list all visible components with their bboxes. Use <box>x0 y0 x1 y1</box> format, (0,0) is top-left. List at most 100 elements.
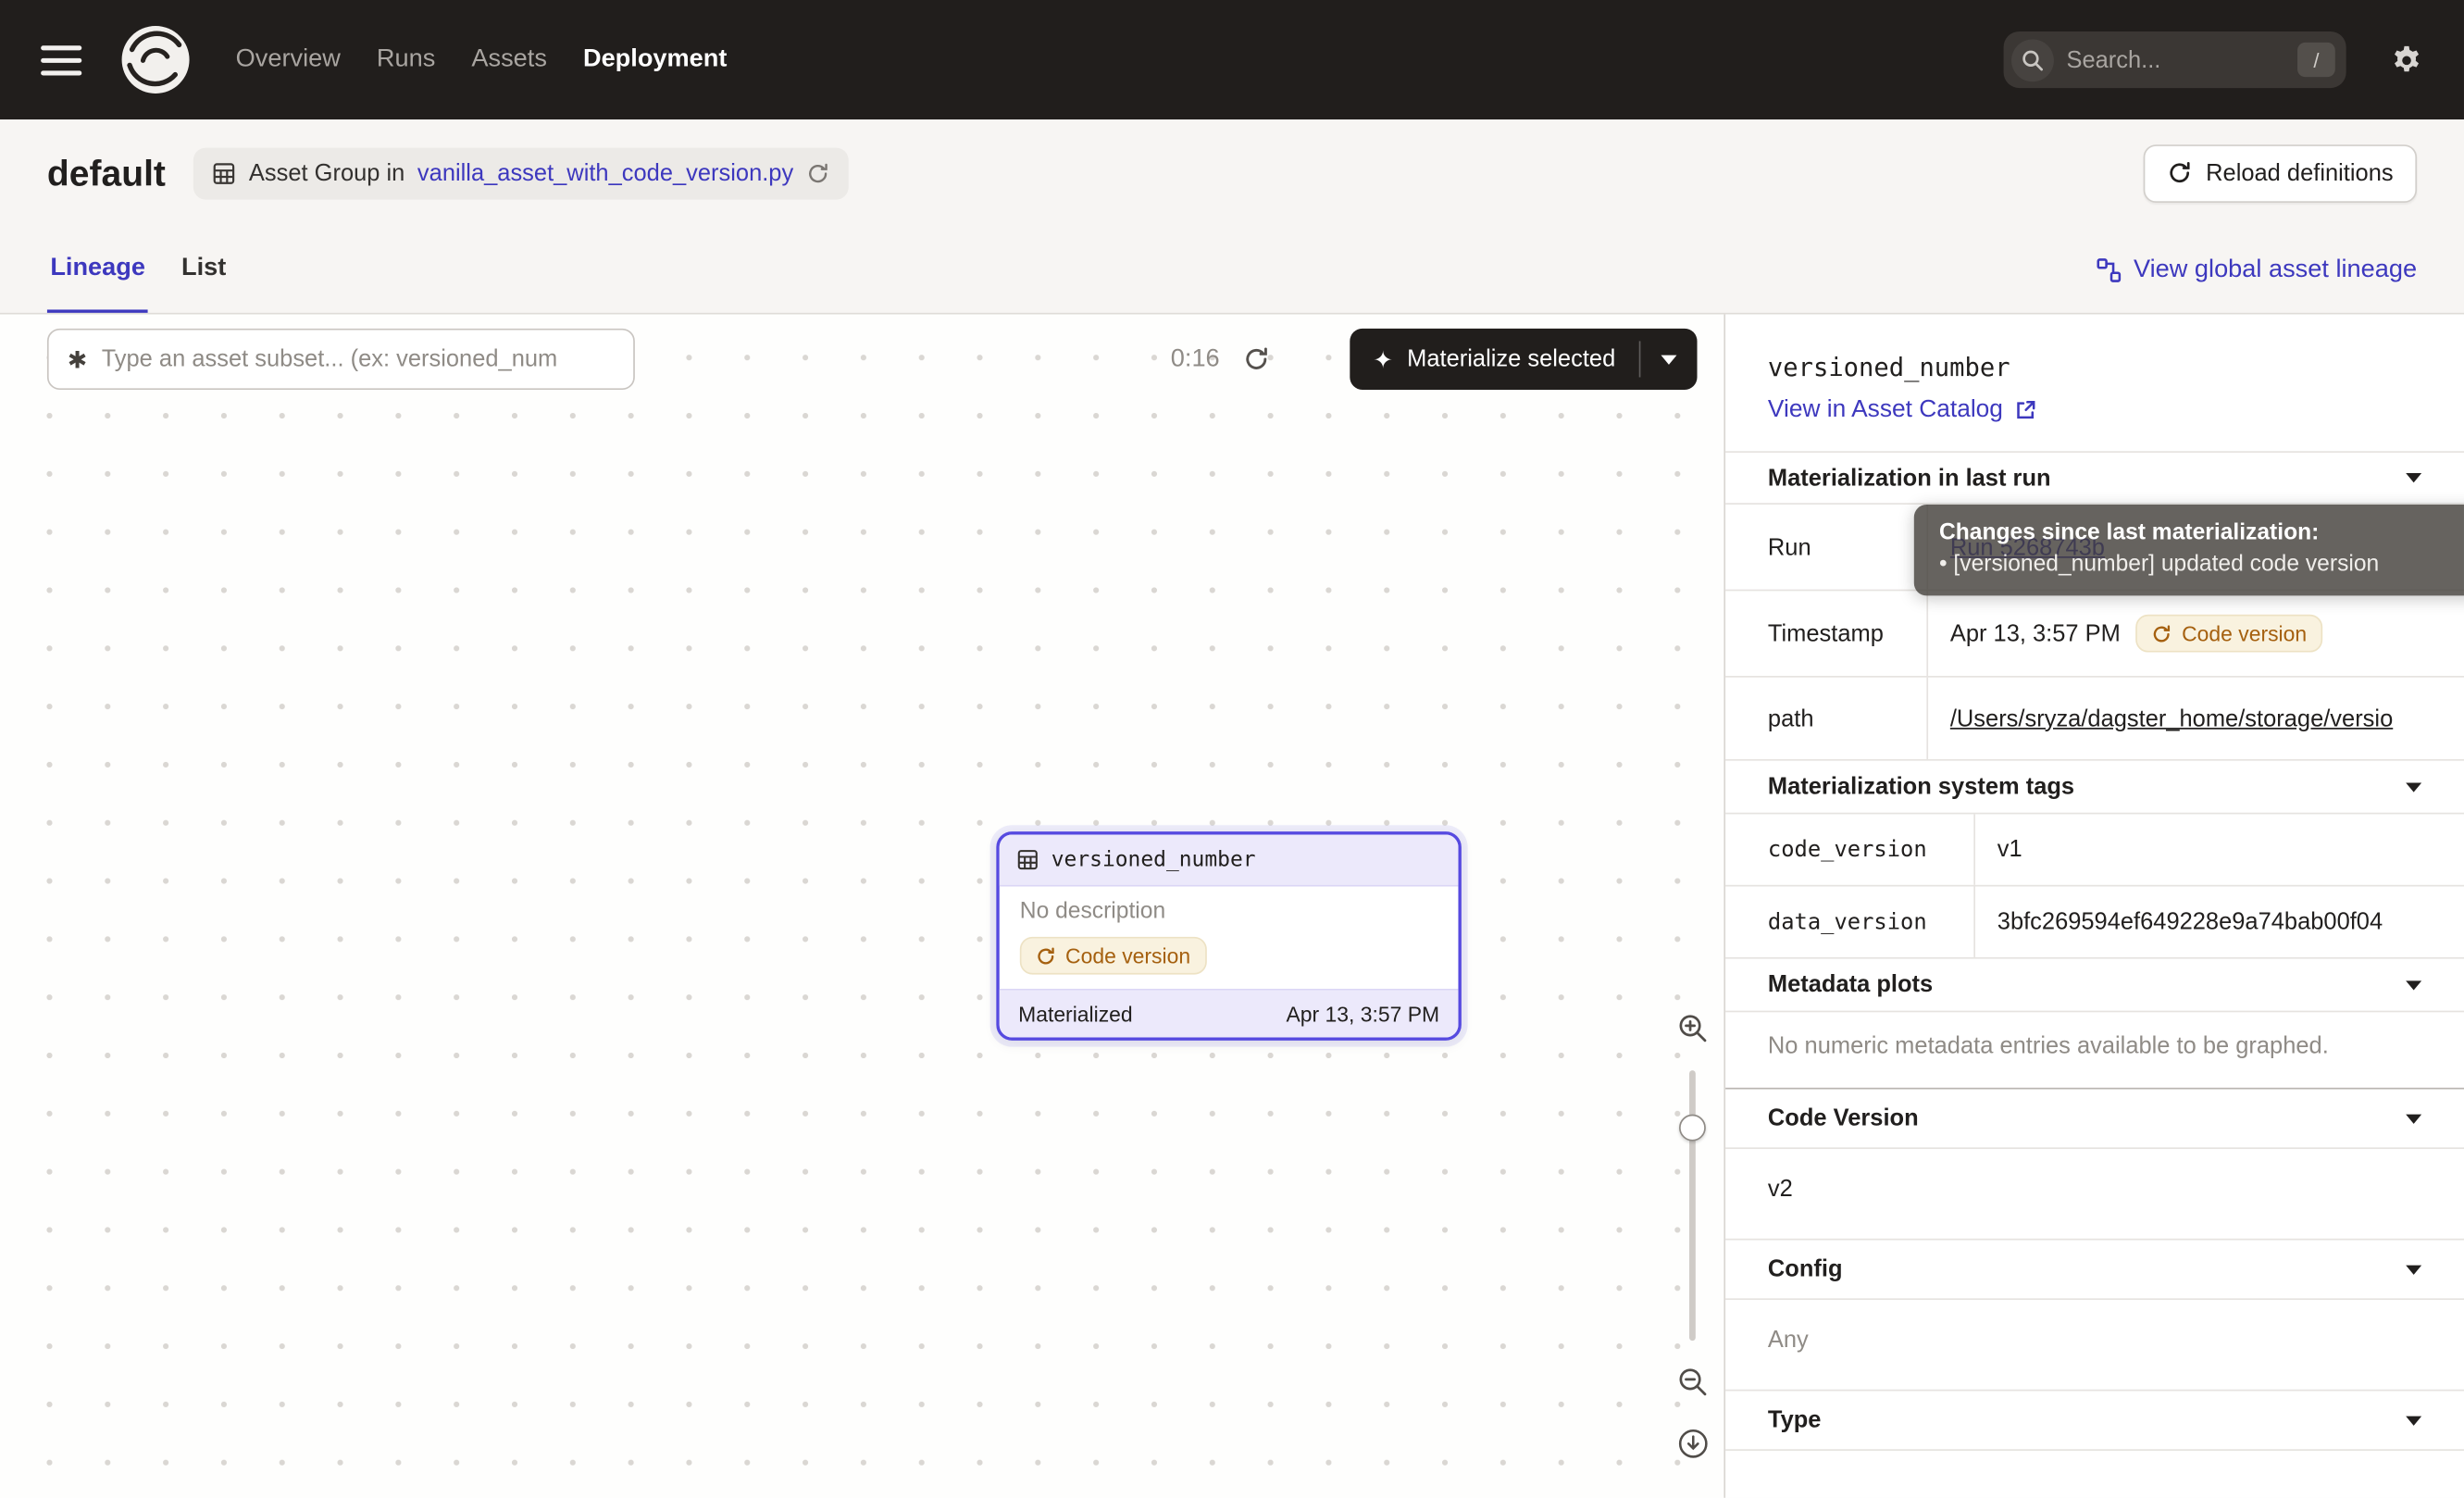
chevron-down-icon[interactable] <box>2406 1416 2421 1425</box>
code-version-definition-value: v2 <box>1725 1149 2464 1240</box>
sync-icon <box>1036 945 1056 966</box>
lineage-canvas[interactable]: ✱ 0:16 ✦ Materialize selected <box>0 315 1724 1498</box>
section-system-tags[interactable]: Materialization system tags <box>1725 761 2464 815</box>
reload-group-icon[interactable] <box>806 161 829 184</box>
asset-node-header: versioned_number <box>1000 834 1459 886</box>
materialized-time: Apr 13, 3:57 PM <box>1286 1002 1439 1025</box>
asset-node-footer: Materialized Apr 13, 3:57 PM <box>1000 989 1459 1038</box>
chevron-down-icon[interactable] <box>2406 1265 2421 1274</box>
refresh-graph-icon[interactable] <box>1243 345 1270 372</box>
tooltip-title: Changes since last materialization: <box>1939 520 2464 545</box>
materialize-main[interactable]: ✦ Materialize selected <box>1350 329 1639 390</box>
asset-group-file-link[interactable]: vanilla_asset_with_code_version.py <box>417 159 793 186</box>
section-label: Config <box>1768 1255 1843 1282</box>
settings-gear-icon[interactable] <box>2390 44 2423 77</box>
materialize-dropdown-button[interactable] <box>1640 329 1697 390</box>
asset-node-versioned-number[interactable]: versioned_number No description Code ver… <box>996 831 1462 1041</box>
zoom-slider-track[interactable] <box>1689 1070 1696 1341</box>
chevron-down-icon[interactable] <box>2406 782 2421 792</box>
materialized-label: Materialized <box>1018 1002 1133 1025</box>
reload-icon <box>2167 160 2192 185</box>
tab-lineage[interactable]: Lineage <box>47 226 148 312</box>
row-code-version-key: code_version <box>1725 814 1973 884</box>
timer-value: 0:16 <box>1171 345 1220 374</box>
search-shortcut-badge: / <box>2297 43 2335 77</box>
zoom-out-icon[interactable] <box>1676 1366 1710 1399</box>
refresh-timer: 0:16 <box>1171 329 1270 390</box>
main-nav: Overview Runs Assets Deployment <box>232 39 730 80</box>
tooltip-detail: • [versioned_number] updated code versio… <box>1939 552 2464 577</box>
tab-list[interactable]: List <box>179 226 230 312</box>
metadata-plots-empty-text: No numeric metadata entries available to… <box>1725 1012 2464 1089</box>
row-path-key: path <box>1725 678 1926 759</box>
row-data-version-key: data_version <box>1725 887 1973 957</box>
reload-definitions-button[interactable]: Reload definitions <box>2143 144 2417 202</box>
changes-tooltip: Changes since last materialization: • [v… <box>1914 505 2464 595</box>
section-label: Metadata plots <box>1768 971 1933 998</box>
code-version-value: v1 <box>1997 836 2022 863</box>
code-version-tag-label: Code version <box>1065 943 1190 967</box>
code-version-tag: Code version <box>1020 937 1206 975</box>
row-data-version: data_version 3bfc269594ef649228e9a74bab0… <box>1725 887 2464 959</box>
asset-group-pill: Asset Group in vanilla_asset_with_code_v… <box>193 147 848 199</box>
section-label: Materialization in last run <box>1768 465 2051 492</box>
view-global-lineage-link[interactable]: View global asset lineage <box>2096 226 2417 312</box>
section-label: Type <box>1768 1406 1822 1433</box>
section-metadata-plots[interactable]: Metadata plots <box>1725 959 2464 1013</box>
nav-item-assets[interactable]: Assets <box>468 39 550 80</box>
materialize-label: Materialize selected <box>1407 345 1615 372</box>
chevron-down-icon[interactable] <box>2406 1114 2421 1123</box>
section-type[interactable]: Type <box>1725 1391 2464 1451</box>
section-materialization-last-run[interactable]: Materialization in last run <box>1725 451 2464 505</box>
chevron-down-icon[interactable] <box>2406 473 2421 482</box>
asset-node-body: No description Code version <box>1000 887 1459 989</box>
asset-group-label: Asset Group in <box>249 159 404 186</box>
view-in-catalog-link[interactable]: View in Asset Catalog <box>1768 396 2036 425</box>
panel-top: versioned_number View in Asset Catalog <box>1725 315 2464 425</box>
zoom-slider[interactable] <box>1678 1070 1707 1341</box>
tabs-row: Lineage List View global asset lineage <box>0 226 2464 314</box>
path-link[interactable]: /Users/sryza/dagster_home/storage/versio <box>1950 705 2393 731</box>
nav-item-deployment[interactable]: Deployment <box>580 39 730 80</box>
asset-table-icon <box>1016 849 1039 871</box>
hamburger-menu-icon[interactable] <box>41 44 81 74</box>
view-global-lineage-label: View global asset lineage <box>2134 256 2417 284</box>
chevron-down-icon[interactable] <box>2406 980 2421 990</box>
asset-node-description: No description <box>1020 897 1438 926</box>
nav-item-runs[interactable]: Runs <box>374 39 439 80</box>
config-value: Any <box>1725 1300 2464 1391</box>
search-icon <box>2011 39 2054 81</box>
lineage-graph-icon <box>2096 257 2121 282</box>
timestamp-value: Apr 13, 3:57 PM <box>1950 620 2121 647</box>
zoom-slider-handle[interactable] <box>1679 1115 1706 1142</box>
page-title: default <box>47 152 166 194</box>
nav-item-overview[interactable]: Overview <box>232 39 343 80</box>
asset-subset-filter[interactable]: ✱ <box>47 329 635 390</box>
sync-icon <box>2152 623 2172 643</box>
view-in-catalog-label: View in Asset Catalog <box>1768 396 2003 425</box>
row-run-key: Run <box>1725 505 1926 590</box>
dagster-logo-icon[interactable] <box>119 23 192 95</box>
zoom-in-icon[interactable] <box>1676 1012 1710 1045</box>
search-input[interactable] <box>2066 46 2284 73</box>
row-timestamp: Timestamp Apr 13, 3:57 PM Code version <box>1725 591 2464 677</box>
row-timestamp-key: Timestamp <box>1725 591 1926 676</box>
asset-subset-input[interactable] <box>102 345 615 372</box>
main-area: ✱ 0:16 ✦ Materialize selected <box>0 315 2464 1498</box>
asset-group-icon <box>213 161 236 184</box>
top-nav-bar: Overview Runs Assets Deployment / <box>0 0 2464 119</box>
download-image-icon[interactable] <box>1676 1428 1710 1461</box>
sparkle-icon: ✦ <box>1374 345 1393 374</box>
zoom-controls <box>1671 1012 1715 1460</box>
row-code-version: code_version v1 <box>1725 814 2464 886</box>
data-version-value: 3bfc269594ef649228e9a74bab00f04 <box>1997 908 2383 935</box>
code-version-tag: Code version <box>2136 615 2322 653</box>
materialize-selected-button[interactable]: ✦ Materialize selected <box>1350 329 1697 390</box>
section-label: Code Version <box>1768 1105 1919 1131</box>
global-search[interactable]: / <box>2004 31 2346 88</box>
chevron-down-icon <box>1661 355 1676 364</box>
external-link-icon <box>2014 399 2036 421</box>
panel-asset-title: versioned_number <box>1768 352 2421 381</box>
section-code-version[interactable]: Code Version <box>1725 1090 2464 1150</box>
section-config[interactable]: Config <box>1725 1240 2464 1300</box>
